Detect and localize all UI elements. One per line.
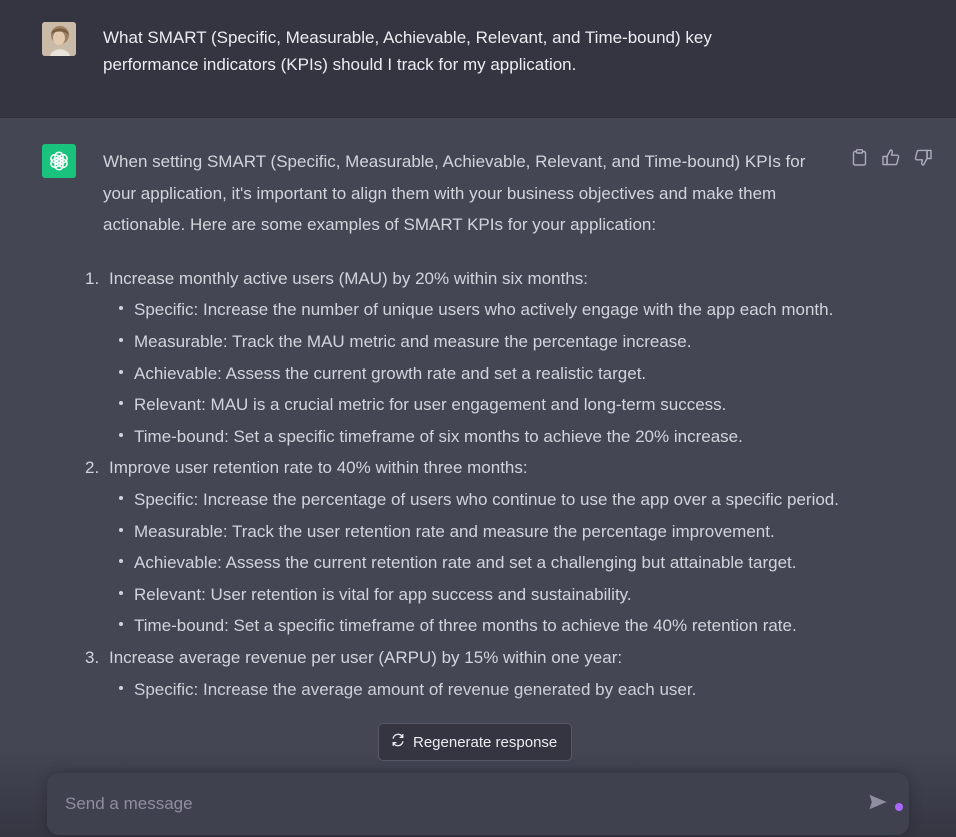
kpi-title: Increase monthly active users (MAU) by 2… [109, 268, 589, 288]
user-message-text: What SMART (Specific, Measurable, Achiev… [103, 28, 712, 74]
refresh-icon [391, 733, 405, 751]
list-number: 3. [85, 647, 100, 667]
list-item: Measurable: Track the user retention rat… [119, 516, 843, 548]
kpi-title: Increase average revenue per user (ARPU)… [109, 647, 623, 667]
list-item: Specific: Increase the percentage of use… [119, 484, 843, 516]
user-avatar [42, 22, 76, 56]
list-number: 1. [85, 268, 100, 288]
send-icon [869, 794, 887, 815]
kpi-list: 1. Increase monthly active users (MAU) b… [85, 263, 843, 706]
regenerate-response-label: Regenerate response [413, 733, 558, 751]
thumbs-down-icon[interactable] [914, 148, 932, 166]
send-button[interactable] [867, 793, 889, 815]
message-actions [850, 148, 932, 166]
list-item: Specific: Increase the average amount of… [119, 674, 843, 706]
assistant-message-text: When setting SMART (Specific, Measurable… [85, 146, 843, 706]
user-message-row: What SMART (Specific, Measurable, Achiev… [0, 0, 956, 118]
message-composer [47, 773, 909, 835]
list-item: Relevant: User retention is vital for ap… [119, 579, 843, 611]
status-indicator-dot [895, 803, 903, 811]
kpi-list-item: 1. Increase monthly active users (MAU) b… [85, 263, 843, 453]
chatgpt-logo-icon [42, 144, 76, 178]
list-item: Measurable: Track the MAU metric and mea… [119, 326, 843, 358]
kpi-sublist: Specific: Increase the percentage of use… [109, 484, 843, 642]
thumbs-up-icon[interactable] [882, 148, 900, 166]
kpi-title: Improve user retention rate to 40% withi… [109, 458, 528, 478]
list-item: Time-bound: Set a specific timeframe of … [119, 421, 843, 453]
kpi-list-item: 3. Increase average revenue per user (AR… [85, 642, 843, 706]
list-item: Relevant: MAU is a crucial metric for us… [119, 389, 843, 421]
kpi-sublist: Specific: Increase the average amount of… [109, 674, 843, 706]
list-item: Time-bound: Set a specific timeframe of … [119, 610, 843, 642]
list-item: Achievable: Assess the current retention… [119, 547, 843, 579]
message-input[interactable] [47, 773, 827, 835]
list-item: Achievable: Assess the current growth ra… [119, 358, 843, 390]
list-number: 2. [85, 458, 100, 478]
assistant-intro: When setting SMART (Specific, Measurable… [103, 152, 806, 235]
regenerate-response-button[interactable]: Regenerate response [378, 723, 573, 761]
clipboard-icon[interactable] [850, 148, 868, 166]
kpi-list-item: 2. Improve user retention rate to 40% wi… [85, 452, 843, 642]
list-item: Specific: Increase the number of unique … [119, 294, 843, 326]
kpi-sublist: Specific: Increase the number of unique … [109, 294, 843, 452]
